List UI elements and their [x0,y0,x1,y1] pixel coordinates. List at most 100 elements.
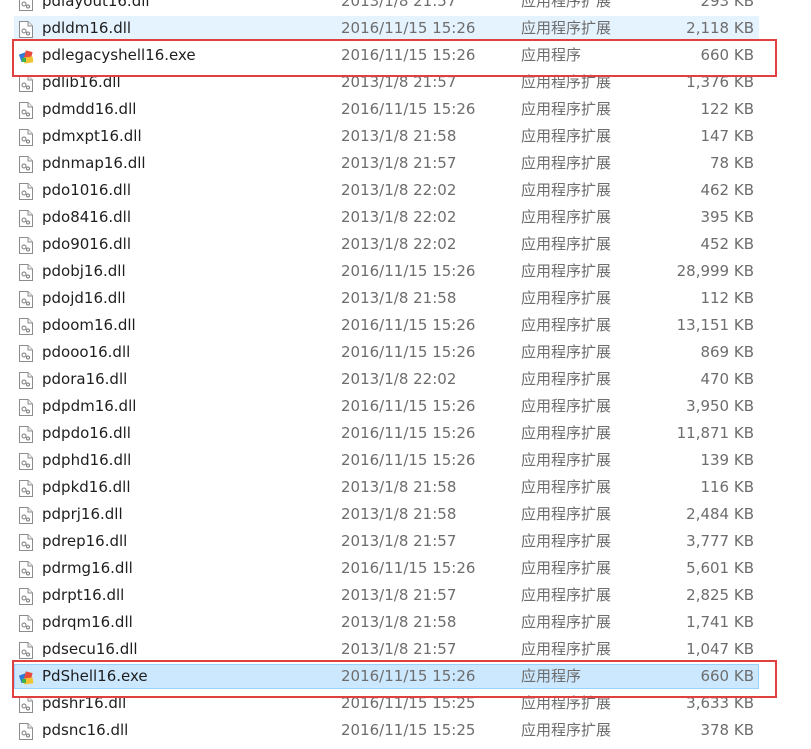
exe-app-icon [18,668,34,685]
file-size: 395 KB [700,208,754,226]
file-type: 应用程序扩展 [521,559,612,577]
file-name: pdpkd16.dll [42,478,131,496]
file-row-pdphd16-dll[interactable]: pdphd16.dll 2016/11/15 15:26 应用程序扩展 139 … [0,447,811,474]
dll-file-icon [19,560,33,578]
file-name: pdooo16.dll [42,343,131,361]
file-row-pdrpt16-dll[interactable]: pdrpt16.dll 2013/1/8 21:57 应用程序扩展 2,825 … [0,582,811,609]
file-row-pdlayout16-dll[interactable]: pdlayout16.dll 2013/1/8 21:57 应用程序扩展 293… [0,0,811,15]
dll-file-icon [19,128,33,146]
file-type: 应用程序扩展 [521,19,612,37]
file-size: 139 KB [700,451,754,469]
dll-file-icon [19,425,33,443]
file-name: pdrpt16.dll [42,586,125,604]
file-row-pdora16-dll[interactable]: pdora16.dll 2013/1/8 22:02 应用程序扩展 470 KB [0,366,811,393]
file-name: pdobj16.dll [42,262,126,280]
file-type: 应用程序扩展 [521,370,612,388]
dll-file-icon [19,371,33,389]
file-type: 应用程序扩展 [521,586,612,604]
file-row-pdshell16-exe[interactable]: PdShell16.exe 2016/11/15 15:26 应用程序 660 … [0,663,811,690]
file-size: 78 KB [710,154,754,172]
file-size: 3,633 KB [686,694,754,712]
file-type: 应用程序扩展 [521,640,612,658]
file-modified-date: 2016/11/15 15:26 [341,667,476,685]
dll-file-icon [19,290,33,308]
file-row-pdo9016-dll[interactable]: pdo9016.dll 2013/1/8 22:02 应用程序扩展 452 KB [0,231,811,258]
file-modified-date: 2016/11/15 15:26 [341,316,476,334]
file-size: 116 KB [700,478,754,496]
file-modified-date: 2016/11/15 15:26 [341,19,476,37]
file-type: 应用程序扩展 [521,397,612,415]
file-size: 2,825 KB [686,586,754,604]
file-name: pdoom16.dll [42,316,136,334]
file-modified-date: 2016/11/15 15:26 [341,100,476,118]
file-size: 470 KB [700,370,754,388]
file-modified-date: 2013/1/8 22:02 [341,235,457,253]
file-row-pdoom16-dll[interactable]: pdoom16.dll 2016/11/15 15:26 应用程序扩展 13,1… [0,312,811,339]
file-name: pdsecu16.dll [42,640,138,658]
file-type: 应用程序扩展 [521,451,612,469]
file-row-pdshr16-dll[interactable]: pdshr16.dll 2016/11/15 15:25 应用程序扩展 3,63… [0,690,811,717]
file-row-pdprj16-dll[interactable]: pdprj16.dll 2013/1/8 21:58 应用程序扩展 2,484 … [0,501,811,528]
dll-file-icon [19,0,33,11]
dll-file-icon [19,263,33,281]
file-type: 应用程序扩展 [521,424,612,442]
file-name: pdora16.dll [42,370,128,388]
dll-file-icon [19,695,33,713]
file-size: 1,376 KB [686,73,754,91]
file-row-pdo1016-dll[interactable]: pdo1016.dll 2013/1/8 22:02 应用程序扩展 462 KB [0,177,811,204]
file-row-pdmdd16-dll[interactable]: pdmdd16.dll 2016/11/15 15:26 应用程序扩展 122 … [0,96,811,123]
file-type: 应用程序扩展 [521,181,612,199]
file-name: pdlegacyshell16.exe [42,46,196,64]
file-size: 147 KB [700,127,754,145]
file-modified-date: 2013/1/8 21:57 [341,586,457,604]
file-name: pdrqm16.dll [42,613,133,631]
file-row-pdpdm16-dll[interactable]: pdpdm16.dll 2016/11/15 15:26 应用程序扩展 3,95… [0,393,811,420]
file-row-pdmxpt16-dll[interactable]: pdmxpt16.dll 2013/1/8 21:58 应用程序扩展 147 K… [0,123,811,150]
file-size: 112 KB [700,289,754,307]
file-modified-date: 2013/1/8 21:57 [341,154,457,172]
file-row-pdsnc16-dll[interactable]: pdsnc16.dll 2016/11/15 15:25 应用程序扩展 378 … [0,717,811,744]
dll-file-icon [19,614,33,632]
file-row-pdojd16-dll[interactable]: pdojd16.dll 2013/1/8 21:58 应用程序扩展 112 KB [0,285,811,312]
file-modified-date: 2013/1/8 22:02 [341,208,457,226]
file-row-pdo8416-dll[interactable]: pdo8416.dll 2013/1/8 22:02 应用程序扩展 395 KB [0,204,811,231]
file-row-pdpkd16-dll[interactable]: pdpkd16.dll 2013/1/8 21:58 应用程序扩展 116 KB [0,474,811,501]
file-row-pdldm16-dll[interactable]: pdldm16.dll 2016/11/15 15:26 应用程序扩展 2,11… [0,15,811,42]
file-size: 3,950 KB [686,397,754,415]
file-modified-date: 2013/1/8 21:58 [341,127,457,145]
file-size: 1,741 KB [686,613,754,631]
file-name: pdojd16.dll [42,289,126,307]
file-row-pdrmg16-dll[interactable]: pdrmg16.dll 2016/11/15 15:26 应用程序扩展 5,60… [0,555,811,582]
dll-file-icon [19,452,33,470]
file-type: 应用程序扩展 [521,127,612,145]
file-name: pdo1016.dll [42,181,132,199]
file-size: 378 KB [700,721,754,739]
dll-file-icon [19,182,33,200]
dll-file-icon [19,20,33,38]
file-type: 应用程序扩展 [521,316,612,334]
file-row-pdnmap16-dll[interactable]: pdnmap16.dll 2013/1/8 21:57 应用程序扩展 78 KB [0,150,811,177]
dll-file-icon [19,101,33,119]
file-row-pdooo16-dll[interactable]: pdooo16.dll 2016/11/15 15:26 应用程序扩展 869 … [0,339,811,366]
file-modified-date: 2016/11/15 15:26 [341,343,476,361]
file-row-pdlib16-dll[interactable]: pdlib16.dll 2013/1/8 21:57 应用程序扩展 1,376 … [0,69,811,96]
file-row-pdsecu16-dll[interactable]: pdsecu16.dll 2013/1/8 21:57 应用程序扩展 1,047… [0,636,811,663]
file-type: 应用程序扩展 [521,532,612,550]
file-name: pdprj16.dll [42,505,123,523]
file-size: 462 KB [700,181,754,199]
file-type: 应用程序 [521,46,582,64]
file-row-pdrqm16-dll[interactable]: pdrqm16.dll 2013/1/8 21:58 应用程序扩展 1,741 … [0,609,811,636]
file-modified-date: 2013/1/8 21:58 [341,505,457,523]
dll-file-icon [19,398,33,416]
file-row-pdrep16-dll[interactable]: pdrep16.dll 2013/1/8 21:57 应用程序扩展 3,777 … [0,528,811,555]
file-row-pdlegacyshell16-exe[interactable]: pdlegacyshell16.exe 2016/11/15 15:26 应用程… [0,42,811,69]
file-list: pdlayout16.dll 2013/1/8 21:57 应用程序扩展 293… [0,0,811,744]
file-size: 660 KB [700,46,754,64]
file-name: pdnmap16.dll [42,154,146,172]
file-row-pdobj16-dll[interactable]: pdobj16.dll 2016/11/15 15:26 应用程序扩展 28,9… [0,258,811,285]
file-size: 5,601 KB [686,559,754,577]
file-size: 28,999 KB [676,262,754,280]
file-row-pdpdo16-dll[interactable]: pdpdo16.dll 2016/11/15 15:26 应用程序扩展 11,8… [0,420,811,447]
file-modified-date: 2016/11/15 15:25 [341,721,476,739]
file-type: 应用程序扩展 [521,478,612,496]
